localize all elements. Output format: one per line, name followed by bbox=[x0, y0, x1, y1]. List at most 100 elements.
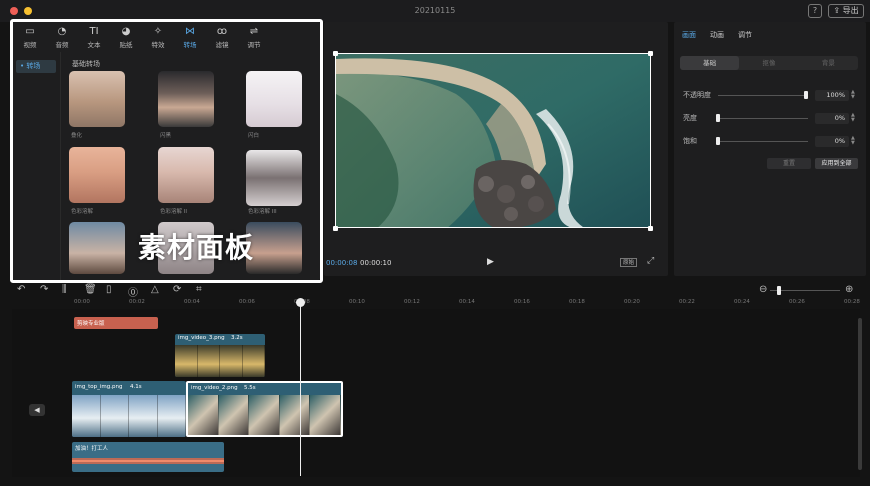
transition-thumbnail[interactable] bbox=[246, 222, 302, 274]
track-audio-toggle-icon[interactable]: ◀ bbox=[29, 404, 45, 416]
tab-video[interactable]: ▭ 视频 bbox=[14, 22, 46, 52]
sidebar-item-transition[interactable]: • 转场 bbox=[16, 60, 56, 73]
properties-sub-tab[interactable]: 背景 bbox=[799, 56, 858, 70]
crop-icon[interactable]: ⌗ bbox=[196, 284, 202, 295]
timeline-scrollbar[interactable] bbox=[858, 318, 862, 470]
apply-all-button[interactable]: 应用到全部 bbox=[815, 158, 858, 169]
tab-sticker[interactable]: ◕ 贴纸 bbox=[110, 22, 142, 52]
ruler-tick-label: 00:28 bbox=[844, 299, 860, 305]
audio-waveform bbox=[72, 458, 224, 464]
playhead-line[interactable] bbox=[300, 300, 301, 476]
property-slider-knob[interactable] bbox=[716, 137, 720, 145]
main-video-clip-2-selected[interactable]: img_video_2.png 5.5s bbox=[186, 381, 343, 437]
property-slider[interactable] bbox=[718, 118, 808, 119]
transition-thumbnail-color-dissolve[interactable] bbox=[69, 147, 125, 203]
overlay-video-clip[interactable]: img_video_3.png 3.2s bbox=[175, 334, 265, 377]
split-icon[interactable]: ⫼ bbox=[62, 284, 67, 295]
properties-tab[interactable]: 画面 bbox=[682, 30, 696, 40]
property-value-field[interactable]: 0% bbox=[815, 136, 849, 147]
clip-name: img_video_3.png bbox=[178, 335, 225, 341]
value-stepper-icon[interactable]: ▲ ▼ bbox=[851, 136, 855, 146]
reset-button[interactable]: 重置 bbox=[767, 158, 811, 169]
tab-label: 滤镜 bbox=[215, 41, 229, 49]
delete-icon[interactable]: 🗑 bbox=[84, 284, 97, 295]
property-value-field[interactable]: 100% bbox=[815, 90, 849, 101]
value-stepper-icon[interactable]: ▲ ▼ bbox=[851, 90, 855, 100]
tab-audio[interactable]: ◔ 音频 bbox=[46, 22, 78, 52]
property-label: 不透明度 bbox=[683, 91, 711, 99]
properties-tab[interactable]: 调节 bbox=[738, 30, 752, 40]
freeze-icon[interactable]: ▯ bbox=[106, 284, 112, 295]
help-button[interactable]: ? bbox=[808, 4, 822, 18]
annotation-label: 素材面板 bbox=[138, 231, 255, 264]
tab-transition[interactable]: ⋈ 转场 bbox=[174, 22, 206, 52]
clip-duration: 5.5s bbox=[244, 385, 256, 391]
property-slider-knob[interactable] bbox=[804, 91, 808, 99]
timeline-toolbar: ↶ ↷ ⫼ 🗑 ▯ ⓪ △ ⟳ ⌗ bbox=[0, 283, 870, 299]
aspect-ratio-button[interactable]: 原始 bbox=[620, 258, 638, 267]
zoom-out-icon[interactable]: ⊖ bbox=[759, 284, 767, 295]
crop-handle[interactable] bbox=[333, 226, 338, 231]
export-icon: ⇪ bbox=[833, 6, 843, 15]
crop-handle[interactable] bbox=[333, 51, 338, 56]
ruler-tick-label: 00:26 bbox=[789, 299, 805, 305]
reverse-icon[interactable]: ⓪ bbox=[128, 284, 138, 299]
transition-thumbnail-dissolve[interactable] bbox=[69, 71, 125, 127]
property-label: 饱和 bbox=[683, 137, 697, 145]
tab-label: 调节 bbox=[247, 41, 261, 49]
ruler-tick-label: 00:22 bbox=[679, 299, 695, 305]
tab-text[interactable]: TI 文本 bbox=[78, 22, 110, 52]
properties-sub-tabs: 基础 抠像 背景 bbox=[680, 56, 858, 70]
rotate-icon[interactable]: ⟳ bbox=[173, 284, 181, 295]
clip-duration: 4.1s bbox=[130, 384, 142, 390]
main-video-clip-1[interactable]: img_top_img.png 4.1s bbox=[72, 381, 186, 437]
audio-clip-label: 加油！打工人 bbox=[75, 446, 109, 452]
property-slider[interactable] bbox=[718, 141, 808, 142]
transition-thumbnail-flash-black[interactable] bbox=[158, 71, 214, 127]
ruler-tick-label: 00:24 bbox=[734, 299, 750, 305]
value-stepper-icon[interactable]: ▲ ▼ bbox=[851, 113, 855, 123]
tab-label: 贴纸 bbox=[119, 41, 133, 49]
thumbnail-label: 闪黑 bbox=[160, 133, 172, 139]
ruler-tick-label: 00:00 bbox=[74, 299, 90, 305]
redo-icon[interactable]: ↷ bbox=[40, 284, 48, 295]
playhead-handle[interactable] bbox=[296, 298, 305, 307]
audio-clip[interactable]: 加油！打工人 bbox=[72, 442, 224, 472]
time-ruler[interactable]: 00:0000:0200:0400:0600:0800:1000:1200:14… bbox=[0, 299, 870, 309]
zoom-slider-knob[interactable] bbox=[777, 286, 781, 295]
crop-handle[interactable] bbox=[648, 226, 653, 231]
property-slider[interactable] bbox=[718, 95, 808, 96]
transition-thumbnail[interactable] bbox=[69, 222, 125, 274]
fullscreen-icon[interactable]: ⤢ bbox=[647, 256, 654, 266]
tab-label: 音频 bbox=[55, 41, 69, 49]
transition-thumbnail-color-dissolve-3[interactable] bbox=[246, 150, 302, 206]
tab-effects[interactable]: ✧ 特效 bbox=[142, 22, 174, 52]
text-icon: TI bbox=[89, 26, 99, 37]
zoom-in-icon[interactable]: ⊕ bbox=[845, 284, 853, 295]
undo-icon[interactable]: ↶ bbox=[17, 284, 25, 295]
text-clip[interactable]: 剪映专业版 bbox=[74, 317, 158, 329]
video-preview[interactable] bbox=[335, 53, 651, 228]
export-button[interactable]: ⇪ 导出 bbox=[828, 4, 864, 18]
crop-handle[interactable] bbox=[648, 51, 653, 56]
mirror-icon[interactable]: △ bbox=[151, 284, 159, 295]
tab-filter[interactable]: ꝏ 滤镜 bbox=[206, 22, 238, 52]
properties-sub-tab[interactable]: 基础 bbox=[680, 56, 740, 70]
ruler-tick-label: 00:06 bbox=[239, 299, 255, 305]
properties-tab[interactable]: 动画 bbox=[710, 30, 724, 40]
ruler-tick-label: 00:16 bbox=[514, 299, 530, 305]
ruler-tick-label: 00:02 bbox=[129, 299, 145, 305]
property-label: 亮度 bbox=[683, 114, 697, 122]
properties-sub-tab[interactable]: 抠像 bbox=[739, 56, 798, 70]
property-value-field[interactable]: 0% bbox=[815, 113, 849, 124]
property-slider-knob[interactable] bbox=[716, 114, 720, 122]
play-button[interactable]: ▶ bbox=[487, 257, 494, 267]
transition-thumbnail-flash-white[interactable] bbox=[246, 71, 302, 127]
ruler-tick-label: 00:20 bbox=[624, 299, 640, 305]
thumbnail-label: 色彩溶解 bbox=[71, 209, 94, 215]
transition-thumbnail-color-dissolve-2[interactable] bbox=[158, 147, 214, 203]
tab-adjust[interactable]: ⇌ 调节 bbox=[238, 22, 270, 52]
text-clip-label: 剪映专业版 bbox=[77, 321, 105, 327]
video-icon: ▭ bbox=[25, 26, 35, 37]
tab-label: 文本 bbox=[87, 41, 101, 49]
